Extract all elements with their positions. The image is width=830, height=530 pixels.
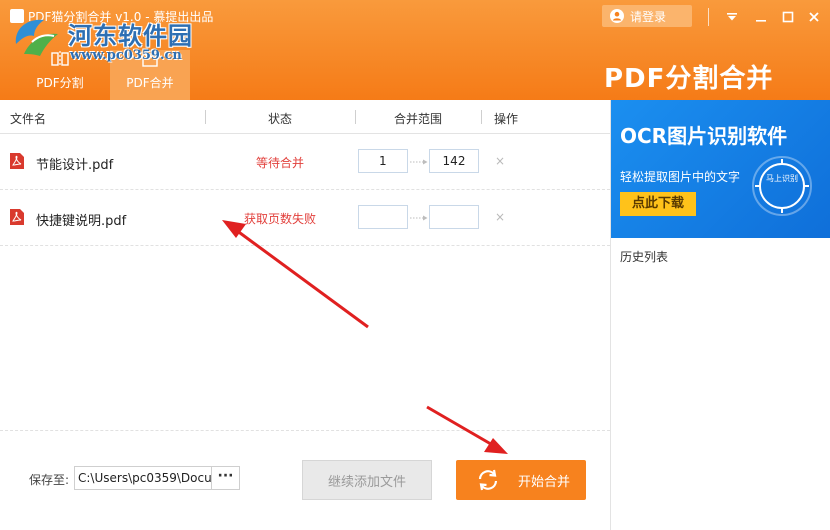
brand-title: PDF分割合并 <box>604 64 774 94</box>
app-icon <box>10 9 24 23</box>
column-filename: 文件名 <box>10 112 47 126</box>
menu-chevron-icon <box>727 13 737 21</box>
history-list-title: 历史列表 <box>620 250 669 264</box>
column-range: 合并范围 <box>394 112 443 126</box>
range-to-input[interactable]: 142 <box>429 149 479 173</box>
close-icon <box>809 12 819 22</box>
login-button[interactable]: 请登录 <box>602 5 692 27</box>
ad-subtitle: 轻松提取图片中的文字 <box>620 170 741 184</box>
save-to-label: 保存至: <box>29 473 70 487</box>
menu-button[interactable] <box>721 6 743 28</box>
column-separator <box>205 110 206 124</box>
merge-icon <box>142 51 158 67</box>
side-panel: OCR图片识别软件 轻松提取图片中的文字 点此下载 马上识别 历史列表 <box>610 100 830 530</box>
minimize-icon <box>756 20 766 22</box>
delete-file-button[interactable]: × <box>495 154 505 168</box>
range-from-input[interactable] <box>358 205 408 229</box>
save-path-input[interactable]: C:\Users\pc0359\Docu <box>74 466 212 490</box>
ad-badge-text: 马上识别 <box>766 174 798 183</box>
ad-download-button[interactable]: 点此下载 <box>620 192 696 216</box>
file-list-panel: 文件名 状态 合并范围 操作 节能设计.pdf 等待合并 1 142 × 快捷键… <box>0 100 610 530</box>
ad-title: OCR图片识别软件 <box>620 124 788 148</box>
tab-label: PDF合并 <box>126 76 174 90</box>
app-header: PDF猫分割合并 v1.0 - 慕提出出品 请登录 PDF分割 PDF合并 PD… <box>0 0 830 100</box>
footer-divider <box>0 430 610 431</box>
start-merge-button[interactable]: 开始合并 <box>456 460 586 500</box>
file-status: 等待合并 <box>255 156 304 170</box>
minimize-button[interactable] <box>750 6 772 28</box>
table-row: 节能设计.pdf 等待合并 1 142 × <box>0 134 610 190</box>
delete-file-button[interactable]: × <box>495 210 505 224</box>
column-header: 文件名 状态 合并范围 操作 <box>0 100 610 134</box>
column-separator <box>481 110 482 124</box>
ocr-ad-banner[interactable]: OCR图片识别软件 轻松提取图片中的文字 点此下载 马上识别 <box>611 100 830 238</box>
title-separator <box>708 8 709 26</box>
range-from-input[interactable]: 1 <box>358 149 408 173</box>
pdf-file-icon <box>10 153 24 169</box>
file-name: 节能设计.pdf <box>36 158 114 173</box>
login-label: 请登录 <box>630 9 667 24</box>
add-files-label: 继续添加文件 <box>327 474 406 490</box>
tab-label: PDF分割 <box>36 76 84 90</box>
sync-icon <box>478 469 498 491</box>
maximize-button[interactable] <box>777 6 799 28</box>
user-icon <box>610 9 624 23</box>
start-merge-label: 开始合并 <box>518 474 571 490</box>
range-arrow-icon <box>410 159 428 165</box>
maximize-icon <box>782 11 794 23</box>
close-button[interactable] <box>803 6 825 28</box>
scan-badge-icon <box>752 156 812 216</box>
title-bar[interactable]: PDF猫分割合并 v1.0 - 慕提出出品 请登录 <box>0 0 830 34</box>
tab-pdf-split[interactable]: PDF分割 <box>20 50 100 100</box>
column-status: 状态 <box>268 112 293 126</box>
browse-folder-button[interactable]: ··· <box>212 466 240 490</box>
tab-pdf-merge[interactable]: PDF合并 <box>110 50 190 100</box>
file-status: 获取页数失败 <box>243 212 316 226</box>
range-to-input[interactable] <box>429 205 479 229</box>
range-arrow-icon <box>410 215 428 221</box>
column-action: 操作 <box>494 112 519 126</box>
pdf-file-icon <box>10 209 24 225</box>
column-separator <box>355 110 356 124</box>
file-name: 快捷键说明.pdf <box>36 214 127 229</box>
table-row: 快捷键说明.pdf 获取页数失败 × <box>0 190 610 246</box>
add-files-button[interactable]: 继续添加文件 <box>302 460 432 500</box>
split-icon <box>51 51 69 67</box>
window-title: PDF猫分割合并 v1.0 - 慕提出出品 <box>28 10 214 24</box>
